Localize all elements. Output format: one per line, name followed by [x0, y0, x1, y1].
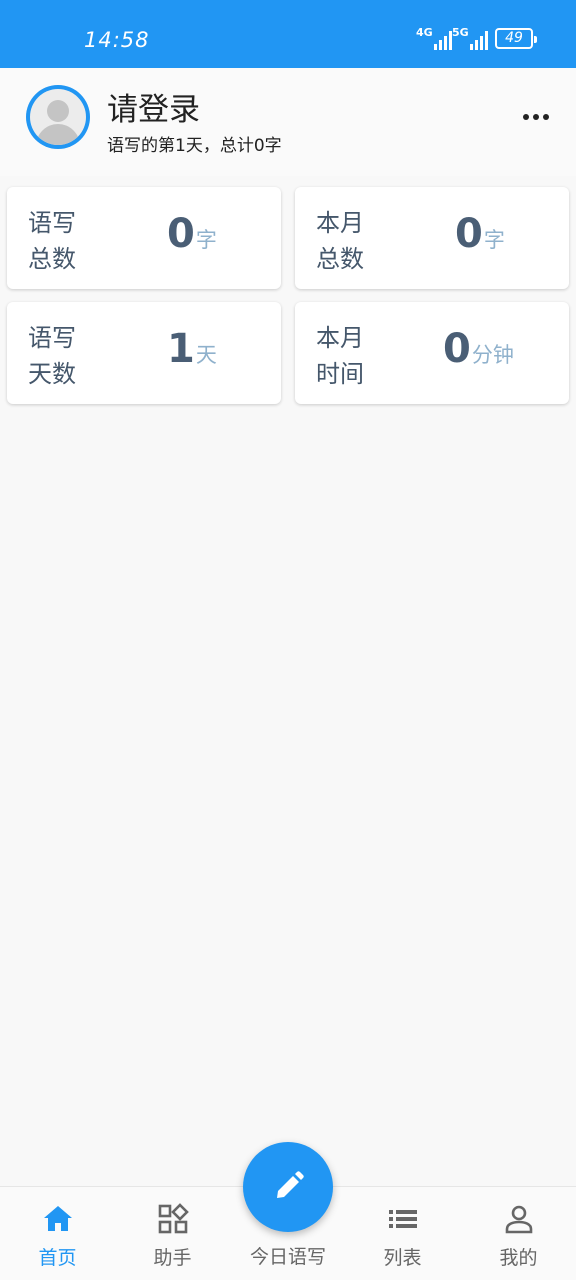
stat-card-month-words: 本月总数 0 字 — [295, 187, 569, 289]
more-menu-icon[interactable] — [516, 104, 556, 130]
login-prompt[interactable]: 请登录 — [107, 84, 200, 129]
nav-label: 我的 — [499, 1247, 538, 1269]
stat-number: 0 — [167, 211, 195, 257]
stat-value: 0 字 — [167, 211, 217, 257]
nav-assistant[interactable]: 助手 — [115, 1187, 230, 1280]
stat-number: 0 — [443, 326, 471, 372]
list-icon — [389, 1210, 417, 1228]
pencil-icon — [277, 1171, 304, 1198]
stat-label: 本月总数 — [316, 209, 364, 273]
default-user-icon — [30, 89, 86, 145]
nav-mine[interactable]: 我的 — [461, 1187, 576, 1280]
home-icon — [44, 1206, 72, 1231]
nav-list[interactable]: 列表 — [345, 1187, 460, 1280]
nav-label: 助手 — [153, 1247, 192, 1269]
stat-unit: 天 — [195, 343, 217, 367]
grid-icon — [158, 1203, 189, 1234]
nav-label: 列表 — [383, 1247, 422, 1269]
nav-home[interactable]: 首页 — [0, 1187, 115, 1280]
signal-5g-icon: 5G — [452, 26, 488, 50]
person-icon — [505, 1205, 533, 1234]
stat-label: 语写天数 — [28, 324, 76, 388]
status-time: 14:58 — [84, 28, 150, 52]
profile-header: 请登录 语写的第1天，总计0字 — [0, 68, 576, 176]
stat-card-writing-days: 语写天数 1 天 — [7, 302, 281, 404]
avatar[interactable] — [26, 85, 90, 149]
nav-label: 首页 — [38, 1247, 77, 1269]
stat-value: 0 分钟 — [443, 326, 514, 372]
writing-summary: 语写的第1天，总计0字 — [107, 136, 282, 156]
status-bar: 14:58 4G 5G 49 — [0, 0, 576, 68]
stat-number: 0 — [455, 211, 483, 257]
stat-number: 1 — [167, 326, 195, 372]
battery-icon: 49 — [495, 28, 537, 49]
stat-card-month-time: 本月时间 0 分钟 — [295, 302, 569, 404]
stat-value: 1 天 — [167, 326, 217, 372]
today-writing-label[interactable]: 今日语写 — [230, 1242, 346, 1269]
stat-value: 0 字 — [455, 211, 505, 257]
battery-level: 49 — [505, 30, 523, 46]
stat-label: 本月时间 — [316, 324, 364, 388]
stat-card-total-words: 语写总数 0 字 — [7, 187, 281, 289]
stat-unit: 字 — [195, 228, 217, 252]
stat-label: 语写总数 — [28, 209, 76, 273]
stat-unit: 字 — [483, 228, 505, 252]
today-writing-fab[interactable] — [243, 1142, 333, 1232]
signal-4g-icon: 4G — [416, 26, 452, 50]
stat-unit: 分钟 — [471, 343, 514, 367]
